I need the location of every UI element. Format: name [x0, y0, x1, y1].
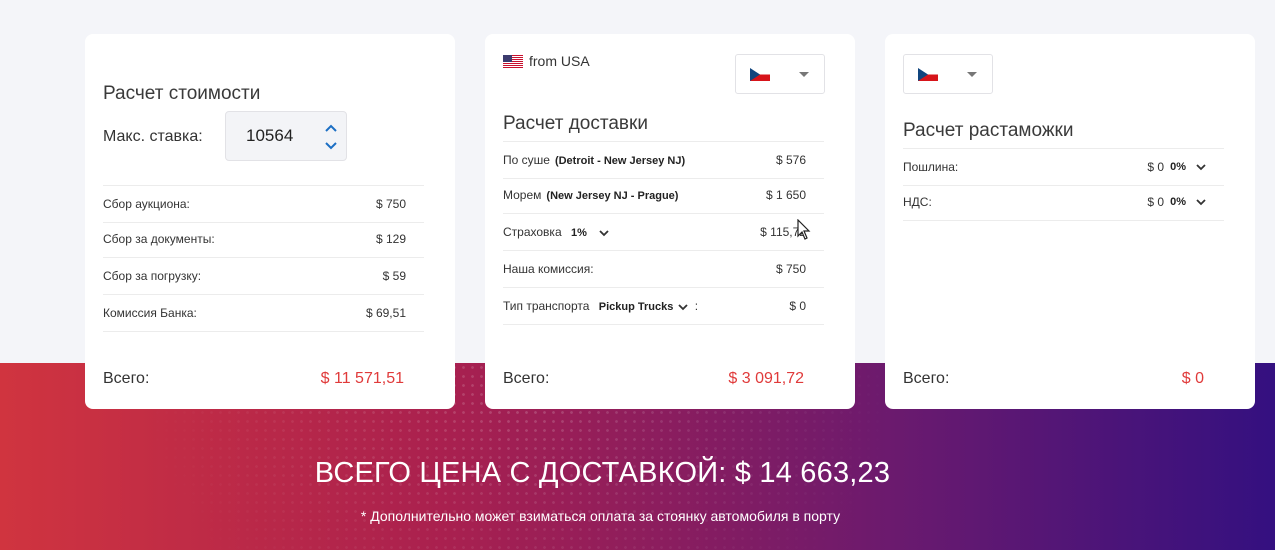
transport-type-value: $ 0	[789, 299, 806, 313]
destination-country-select[interactable]	[735, 54, 825, 94]
our-commission-row: Наша комиссия: $ 750	[503, 251, 824, 288]
vat-row: НДС: $ 0 0%	[903, 184, 1224, 221]
loading-fee-row: Сбор за погрузку: $ 59	[103, 258, 424, 295]
insurance-option: 1%	[570, 227, 587, 239]
cost-total: Всего: $ 11 571,51	[103, 370, 424, 388]
chevron-down-icon	[799, 72, 809, 77]
sea-delivery-value: $ 1 650	[765, 188, 806, 202]
customs-total-value: $ 0	[1181, 370, 1204, 387]
max-bid-input[interactable]: 10564	[225, 111, 347, 161]
loading-fee-value: $ 59	[382, 269, 406, 283]
land-route: (Detroit - New Jersey NJ)	[554, 155, 686, 167]
delivery-total-value: $ 3 091,72	[728, 370, 804, 387]
cost-calculation-card: Расчет стоимости Макс. ставка: 10564 Сбо…	[85, 34, 455, 409]
duty-row: Пошлина: $ 0 0%	[903, 149, 1224, 186]
bank-commission-value: $ 69,51	[365, 306, 406, 320]
documents-fee-value: $ 129	[375, 232, 406, 246]
chevron-down-icon	[1196, 199, 1206, 206]
our-commission-label: Наша комиссия:	[503, 262, 594, 276]
chevron-down-icon	[678, 304, 689, 311]
auction-fee-row: Сбор аукциона: $ 750	[103, 186, 424, 223]
delivery-card-title: Расчет доставки	[503, 113, 648, 134]
chevron-down-icon	[599, 230, 609, 237]
sea-delivery-label: Морем	[503, 188, 542, 202]
land-delivery-value: $ 576	[775, 153, 806, 167]
loading-fee-label: Сбор за погрузку:	[103, 269, 202, 283]
our-commission-value: $ 750	[775, 262, 806, 276]
bank-commission-label: Комиссия Банка:	[103, 306, 197, 320]
origin-label: from USA	[503, 53, 590, 69]
origin-text: from USA	[529, 53, 590, 69]
cost-card-title: Расчет стоимости	[103, 83, 261, 104]
vat-rate: 0%	[1170, 196, 1186, 208]
customs-total-label: Всего:	[903, 370, 950, 387]
bank-commission-row: Комиссия Банка: $ 69,51	[103, 295, 424, 332]
land-delivery-row: По суше (Detroit - New Jersey NJ) $ 576	[503, 142, 824, 179]
cost-total-value: $ 11 571,51	[320, 370, 404, 387]
transport-type-label: Тип транспорта	[503, 299, 590, 313]
insurance-label: Страховка	[503, 225, 562, 239]
customs-calculation-card: Расчет растаможки Пошлина: $ 0 0% НДС: $…	[885, 34, 1255, 409]
sea-route: (New Jersey NJ - Prague)	[546, 190, 679, 202]
max-bid-value: 10564	[246, 126, 294, 145]
duty-label: Пошлина:	[903, 160, 959, 174]
grand-total: ВСЕГО ЦЕНА С ДОСТАВКОЙ: $ 14 663,23	[314, 457, 891, 489]
czech-flag-icon	[918, 68, 938, 86]
chevron-down-icon	[1196, 164, 1206, 171]
documents-fee-row: Сбор за документы: $ 129	[103, 221, 424, 258]
customs-total: Всего: $ 0	[903, 370, 1224, 388]
duty-value: $ 0	[1147, 160, 1165, 174]
delivery-total-label: Всего:	[503, 370, 550, 387]
duty-rate-select[interactable]: 0%	[1164, 161, 1206, 173]
mouse-cursor-icon	[797, 219, 811, 240]
vat-label: НДС:	[903, 195, 932, 209]
transport-type-option: Pickup Trucks	[598, 301, 674, 313]
duty-rate: 0%	[1170, 161, 1186, 173]
land-delivery-label: По суше	[503, 153, 550, 167]
transport-suffix: :	[694, 299, 699, 313]
auction-fee-value: $ 750	[375, 197, 406, 211]
sea-delivery-row: Морем (New Jersey NJ - Prague) $ 1 650	[503, 177, 824, 214]
delivery-total: Всего: $ 3 091,72	[503, 370, 824, 388]
vat-rate-select[interactable]: 0%	[1164, 196, 1206, 208]
us-flag-icon	[503, 54, 523, 68]
parking-footnote: * Дополнительно может взиматься оплата з…	[360, 508, 841, 524]
stepper-arrows-icon[interactable]	[324, 122, 338, 152]
customs-country-select[interactable]	[903, 54, 993, 94]
czech-flag-icon	[750, 68, 770, 86]
vat-value: $ 0	[1147, 195, 1165, 209]
transport-type-select[interactable]: Pickup Trucks	[593, 301, 689, 313]
documents-fee-label: Сбор за документы:	[103, 232, 215, 246]
chevron-down-icon	[967, 72, 977, 77]
insurance-row: Страховка 1% $ 115,72	[503, 214, 824, 251]
insurance-select[interactable]: 1%	[565, 227, 609, 239]
cost-total-label: Всего:	[103, 370, 150, 387]
max-bid-label: Макс. ставка:	[103, 128, 203, 145]
transport-type-row: Тип транспорта Pickup Trucks : $ 0	[503, 288, 824, 325]
customs-card-title: Расчет растаможки	[903, 120, 1074, 141]
auction-fee-label: Сбор аукциона:	[103, 197, 190, 211]
